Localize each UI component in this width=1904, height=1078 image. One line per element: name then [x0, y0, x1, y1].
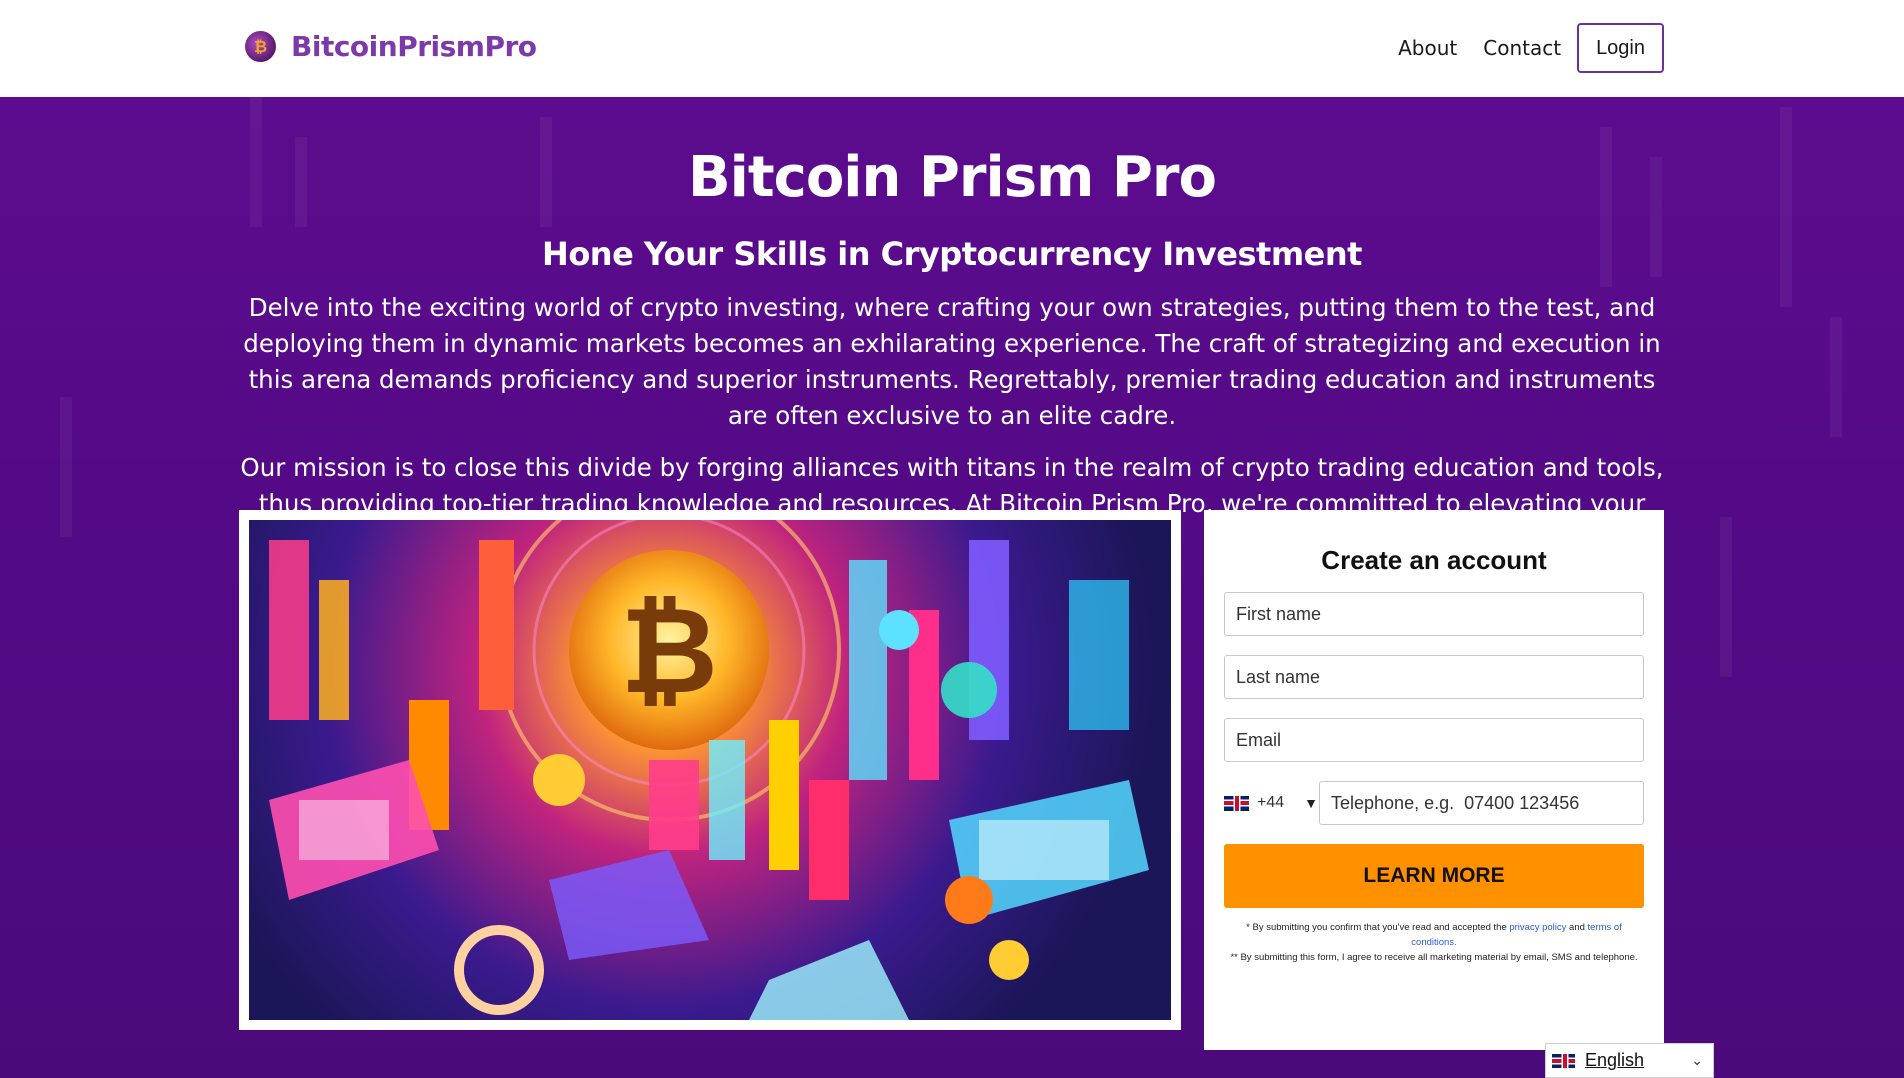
last-name-field[interactable] — [1224, 655, 1644, 699]
brand-logo[interactable]: ₿ BitcoinPrismPro — [245, 30, 537, 63]
login-button[interactable]: Login — [1577, 23, 1664, 73]
disclaimer-consent-prefix: * By submitting you confirm that you've … — [1246, 922, 1510, 933]
form-title: Create an account — [1321, 545, 1547, 575]
crypto-illustration: ₿ — [249, 520, 1171, 1020]
nav-contact-link[interactable]: Contact — [1483, 36, 1561, 60]
svg-text:₿: ₿ — [620, 582, 718, 721]
hero-subtitle: Hone Your Skills in Cryptocurrency Inves… — [542, 235, 1362, 273]
brand-name: BitcoinPrismPro — [291, 30, 537, 63]
uk-flag-icon — [1552, 1053, 1575, 1068]
main-nav: About Contact Login — [1372, 23, 1664, 73]
caret-down-icon: ▼ — [1304, 795, 1318, 811]
country-code-select[interactable]: +44 ▼ — [1224, 794, 1319, 812]
chevron-down-icon: ⌄ — [1691, 1052, 1703, 1069]
hero-title: Bitcoin Prism Pro — [687, 145, 1217, 210]
language-label: English — [1585, 1050, 1645, 1070]
learn-more-button[interactable]: LEARN MORE — [1224, 844, 1644, 908]
country-code-label: +44 — [1257, 794, 1285, 811]
disclaimer-and-text: and — [1566, 922, 1588, 933]
nav-about-link[interactable]: About — [1398, 36, 1457, 60]
uk-flag-icon — [1224, 795, 1249, 811]
hero-image-frame: ₿ — [239, 510, 1181, 1030]
disclaimer-marketing-consent: ** By submitting this form, I agree to r… — [1230, 952, 1638, 963]
phone-row: +44 ▼ — [1224, 781, 1644, 825]
phone-field[interactable] — [1319, 781, 1644, 825]
crypto-illustration-art: ₿ — [269, 520, 1149, 1020]
first-name-field[interactable] — [1224, 592, 1644, 636]
site-header: ₿ BitcoinPrismPro About Contact Login — [0, 0, 1904, 97]
form-disclaimer: * By submitting you confirm that you've … — [1224, 920, 1644, 965]
email-field[interactable] — [1224, 718, 1644, 762]
bitcoin-coin-icon: ₿ — [245, 31, 276, 62]
signup-form: Create an account +44 ▼ LEARN MORE * By … — [1204, 510, 1664, 1050]
hero-intro-paragraph: Delve into the exciting world of crypto … — [243, 293, 1661, 430]
language-selector[interactable]: English ⌄ — [1545, 1043, 1714, 1078]
privacy-policy-link[interactable]: privacy policy — [1509, 922, 1566, 933]
